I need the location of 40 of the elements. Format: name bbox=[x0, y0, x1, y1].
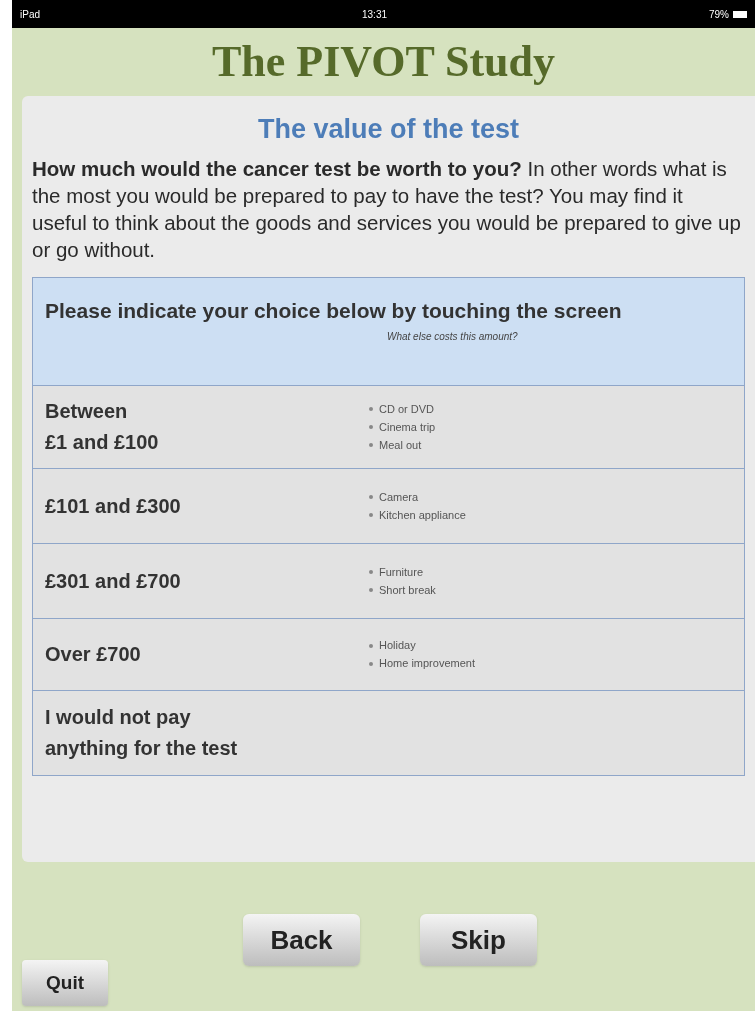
choice-option[interactable]: £301 and £700 Furniture Short break bbox=[33, 544, 744, 619]
choice-option[interactable]: I would not pay anything for the test bbox=[33, 691, 744, 775]
option-label: Over £700 bbox=[45, 642, 142, 667]
example-item: Kitchen appliance bbox=[379, 507, 466, 523]
instruction-text: Please indicate your choice below by touching the screen bbox=[45, 298, 623, 324]
option-label: I would not pay anything for the test bbox=[45, 705, 239, 761]
example-item: CD or DVD bbox=[379, 401, 434, 417]
device-name: iPad bbox=[20, 7, 40, 22]
clock-time: 13:31 bbox=[362, 7, 387, 22]
battery-icon bbox=[733, 10, 747, 18]
bullet-icon bbox=[369, 443, 373, 447]
example-item: Short break bbox=[379, 582, 436, 598]
bullet-icon bbox=[369, 661, 373, 666]
examples-heading: What else costs this amount? bbox=[387, 330, 519, 344]
choice-option[interactable]: Between £1 and £100 CD or DVD Cinema trip Meal out bbox=[33, 386, 744, 469]
bullet-icon bbox=[369, 425, 373, 429]
bullet-icon bbox=[369, 407, 373, 411]
example-item: Cinema trip bbox=[379, 419, 436, 435]
nav-button[interactable]: Back bbox=[243, 914, 360, 966]
example-item: Furniture bbox=[379, 564, 424, 580]
example-item: Home improvement bbox=[379, 656, 475, 672]
example-item: Meal out bbox=[379, 437, 422, 453]
quit-button[interactable]: Quit bbox=[22, 960, 108, 1006]
choice-option[interactable]: Over £700 Holiday Home improvement bbox=[33, 619, 744, 691]
bullet-icon bbox=[369, 588, 373, 592]
battery-level: 79% bbox=[709, 7, 729, 22]
app-title: The PIVOT Study bbox=[211, 40, 556, 84]
option-label: £101 and £300 bbox=[45, 493, 182, 519]
panel-heading: The value of the test bbox=[257, 116, 520, 143]
bullet-icon bbox=[369, 643, 373, 648]
bullet-icon bbox=[369, 495, 373, 499]
example-item: Camera bbox=[379, 489, 419, 505]
example-item: Holiday bbox=[379, 638, 416, 654]
bullet-icon bbox=[369, 570, 373, 574]
choice-option[interactable]: £101 and £300 Camera Kitchen appliance bbox=[33, 469, 744, 544]
bullet-icon bbox=[369, 513, 373, 517]
option-label: Between £1 and £100 bbox=[45, 399, 160, 455]
intro-paragraph: How much would the cancer test be worth to you? In other words what is the most you would be prepared to pay to have the test? You may find it useful to think about the goods and services you would be prepared to give up or go without. bbox=[32, 156, 742, 263]
option-label: £301 and £700 bbox=[45, 568, 182, 594]
nav-button[interactable]: Skip bbox=[420, 914, 537, 966]
